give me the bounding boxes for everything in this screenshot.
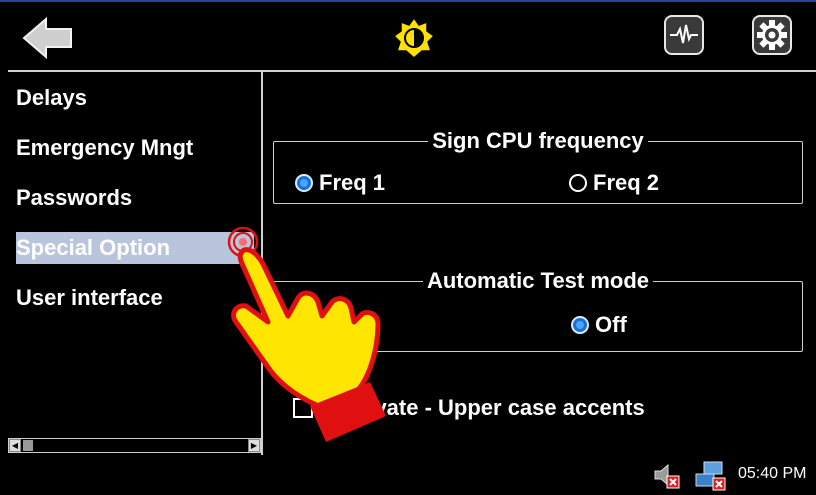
scroll-right-icon[interactable]: ▶: [248, 439, 260, 452]
waveform-monitor-icon: [670, 24, 698, 44]
back-button[interactable]: [22, 16, 74, 60]
cpu-frequency-title: Sign CPU frequency: [432, 128, 644, 153]
freq-2-radio[interactable]: Freq 2: [569, 170, 659, 196]
status-bar: 05:40 PM: [0, 455, 816, 495]
scroll-left-icon[interactable]: ◀: [9, 439, 21, 452]
test-off-label: Off: [595, 312, 627, 337]
test-mode-group: Automatic Test mode: [273, 268, 803, 352]
radio-selected-icon: [571, 316, 589, 334]
test-on-label: n: [345, 312, 359, 337]
monitor-button[interactable]: [664, 15, 704, 55]
options-panel: Sign CPU frequency Freq 1 Freq 2 Automat…: [263, 70, 816, 455]
test-mode-title: Automatic Test mode: [426, 268, 650, 293]
checkbox-icon: [293, 398, 313, 418]
settings-button[interactable]: [752, 15, 792, 55]
network-disconnected-icon[interactable]: [694, 460, 728, 492]
sidebar-item-delays[interactable]: Delays: [16, 82, 87, 114]
brightness-icon: [392, 16, 436, 59]
test-on-radio[interactable]: n: [345, 312, 358, 338]
upper-case-accents-label: tivate - Upper case accents: [361, 395, 645, 420]
scroll-thumb[interactable]: [23, 440, 33, 451]
sidebar-item-user-interface[interactable]: User interface: [16, 282, 163, 314]
sidebar: Delays Emergency Mngt Passwords Special …: [8, 70, 263, 455]
volume-muted-icon[interactable]: [652, 462, 682, 490]
back-arrow-icon: [22, 16, 72, 60]
freq-1-radio[interactable]: Freq 1: [295, 170, 385, 196]
sidebar-item-special-option[interactable]: Special Option: [16, 232, 254, 264]
top-bar: [0, 0, 816, 70]
clock: 05:40 PM: [738, 465, 807, 482]
upper-case-accents-checkbox[interactable]: tivate - Upper case accents: [293, 395, 645, 421]
gear-icon: [757, 20, 787, 50]
sidebar-item-emergency-mngt[interactable]: Emergency Mngt: [16, 132, 193, 164]
test-off-radio[interactable]: Off: [571, 312, 627, 338]
horizontal-scrollbar[interactable]: ◀ ▶: [8, 438, 261, 453]
freq-2-label: Freq 2: [593, 170, 660, 195]
radio-unselected-icon: [569, 174, 587, 192]
sidebar-item-passwords[interactable]: Passwords: [16, 182, 132, 214]
brightness-button[interactable]: [392, 16, 436, 60]
freq-1-label: Freq 1: [319, 170, 386, 195]
radio-selected-icon: [295, 174, 313, 192]
